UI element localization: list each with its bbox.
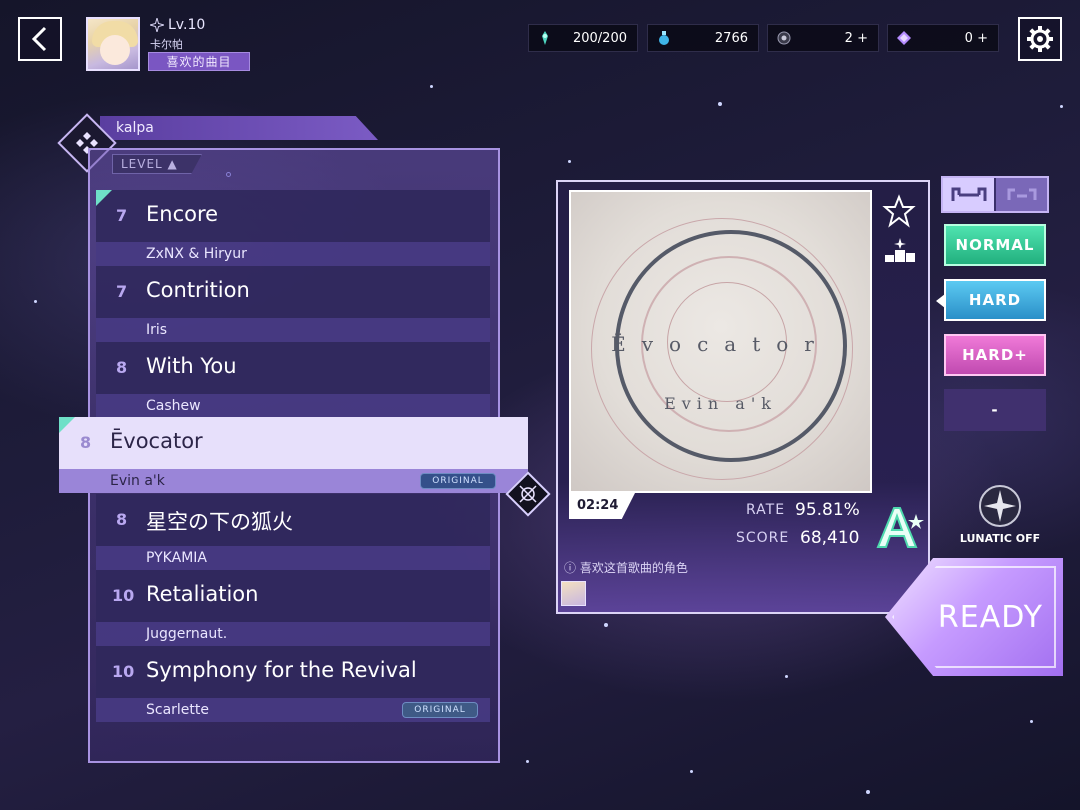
song-item-retaliation[interactable]: 10 Retaliation Juggernaut. xyxy=(96,570,490,646)
resource-value: 0 xyxy=(964,30,973,46)
favorite-characters-note: ⓘ 喜欢这首歌曲的角色 xyxy=(564,561,688,575)
resource-value: 2766 xyxy=(714,30,748,46)
star-dot xyxy=(866,790,870,794)
character-avatar[interactable] xyxy=(561,581,586,606)
mode-option-active[interactable] xyxy=(943,178,994,211)
score-label: SCORE xyxy=(736,530,790,546)
star-dot xyxy=(430,85,433,88)
crossed-circle-icon xyxy=(516,482,540,506)
new-marker xyxy=(59,417,75,433)
song-level: 10 xyxy=(112,586,135,605)
song-artist: PYKAMIA xyxy=(146,550,207,566)
song-title: Encore xyxy=(146,202,219,226)
song-artist: Scarlette xyxy=(146,702,210,718)
player-name: 卡尔帕 xyxy=(150,38,183,51)
song-item-encore[interactable]: 7 Encore ZxNX & Hiryur xyxy=(96,190,490,266)
chevron-left-icon xyxy=(31,26,47,52)
back-button[interactable] xyxy=(18,17,62,61)
song-level: 8 xyxy=(116,358,128,377)
song-item-contrition[interactable]: 7 Contrition Iris xyxy=(96,266,490,342)
star-dot xyxy=(1060,105,1063,108)
song-level: 7 xyxy=(116,206,128,225)
song-item-evocator-selected[interactable]: 8 Ēvocator Evin a'k ORIGINAL xyxy=(59,417,528,493)
rate-value: 95.81% xyxy=(795,500,860,520)
difficulty-hard-plus-button[interactable]: HARD+ xyxy=(944,334,1046,376)
play-mode-toggle[interactable] xyxy=(941,176,1049,213)
add-orb-button[interactable]: + xyxy=(857,31,868,46)
star-dot xyxy=(1030,720,1033,723)
orb-icon xyxy=(776,30,792,46)
resource-value: 2 xyxy=(844,30,853,46)
lunatic-icon[interactable] xyxy=(978,484,1022,528)
hands-alt-icon xyxy=(1007,188,1036,200)
star-dot xyxy=(604,623,608,627)
pack-name: kalpa xyxy=(100,116,378,140)
player-level-text: Lv.10 xyxy=(168,17,206,33)
song-level: 8 xyxy=(116,510,128,529)
song-artist: Juggernaut. xyxy=(146,626,228,642)
song-item-with-you[interactable]: 8 With You Cashew xyxy=(96,342,490,418)
resource-orb[interactable]: 2 + xyxy=(767,24,879,52)
song-title: With You xyxy=(146,354,237,378)
difficulty-empty-button[interactable]: - xyxy=(944,389,1046,431)
album-jacket: Ēvocator Evin a'k xyxy=(569,190,872,493)
favorite-star-icon[interactable] xyxy=(882,194,916,228)
crystal-icon xyxy=(896,30,912,46)
song-level: 10 xyxy=(112,662,135,681)
song-item-hoshizora[interactable]: 8 星空の下の狐火 PYKAMIA xyxy=(96,494,490,570)
player-avatar[interactable] xyxy=(86,17,140,71)
resource-crystal[interactable]: 0 + xyxy=(887,24,999,52)
song-level: 7 xyxy=(116,282,128,301)
star-dot xyxy=(690,770,693,773)
player-level: Lv.10 xyxy=(150,17,205,33)
song-title: Ēvocator xyxy=(110,429,203,453)
star-dot xyxy=(718,102,722,106)
star-dot xyxy=(526,760,529,763)
song-title: Contrition xyxy=(146,278,250,302)
resource-stamina: 200/200 xyxy=(528,24,638,52)
song-artist: Evin a'k xyxy=(110,473,165,489)
lunatic-toggle-label[interactable]: LUNATIC OFF xyxy=(958,532,1042,545)
gear-icon xyxy=(1027,26,1053,52)
star-dot xyxy=(785,675,788,678)
settings-button[interactable] xyxy=(1018,17,1062,61)
score-value: 68,410 xyxy=(800,528,860,548)
sparkle-icon xyxy=(150,18,164,32)
song-artist: Cashew xyxy=(146,398,201,414)
song-artist: ZxNX & Hiryur xyxy=(146,246,247,262)
difficulty-normal-button[interactable]: NORMAL xyxy=(944,224,1046,266)
song-title: Retaliation xyxy=(146,582,259,606)
favorite-songs-tag[interactable]: 喜欢的曲目 xyxy=(148,52,250,71)
resource-value: 200/200 xyxy=(572,30,627,46)
mode-option-inactive[interactable] xyxy=(996,178,1047,211)
ranking-icon[interactable] xyxy=(884,236,916,264)
jacket-title: Ēvocator xyxy=(611,332,830,356)
original-badge: ORIGINAL xyxy=(420,473,496,489)
sort-level-button[interactable]: LEVEL ▲ xyxy=(112,154,202,174)
song-level: 8 xyxy=(80,433,92,452)
song-title: Symphony for the Revival xyxy=(146,658,417,682)
original-badge: ORIGINAL xyxy=(402,702,478,718)
song-artist: Iris xyxy=(146,322,168,338)
star-dot xyxy=(568,160,571,163)
grade-a-plus-icon xyxy=(876,507,924,548)
new-marker xyxy=(96,190,112,206)
song-title: 星空の下の狐火 xyxy=(146,510,293,534)
add-crystal-button[interactable]: + xyxy=(977,31,988,46)
difficulty-hard-button[interactable]: HARD xyxy=(944,279,1046,321)
song-item-symphony[interactable]: 10 Symphony for the Revival Scarlette OR… xyxy=(96,646,490,722)
resource-potion: 2766 xyxy=(647,24,759,52)
potion-icon xyxy=(656,30,672,46)
star-dot xyxy=(34,300,37,303)
jacket-artist: Evin a'k xyxy=(664,394,777,413)
stamina-icon xyxy=(537,30,553,46)
rate-label: RATE xyxy=(746,502,786,518)
hands-icon xyxy=(951,187,986,201)
